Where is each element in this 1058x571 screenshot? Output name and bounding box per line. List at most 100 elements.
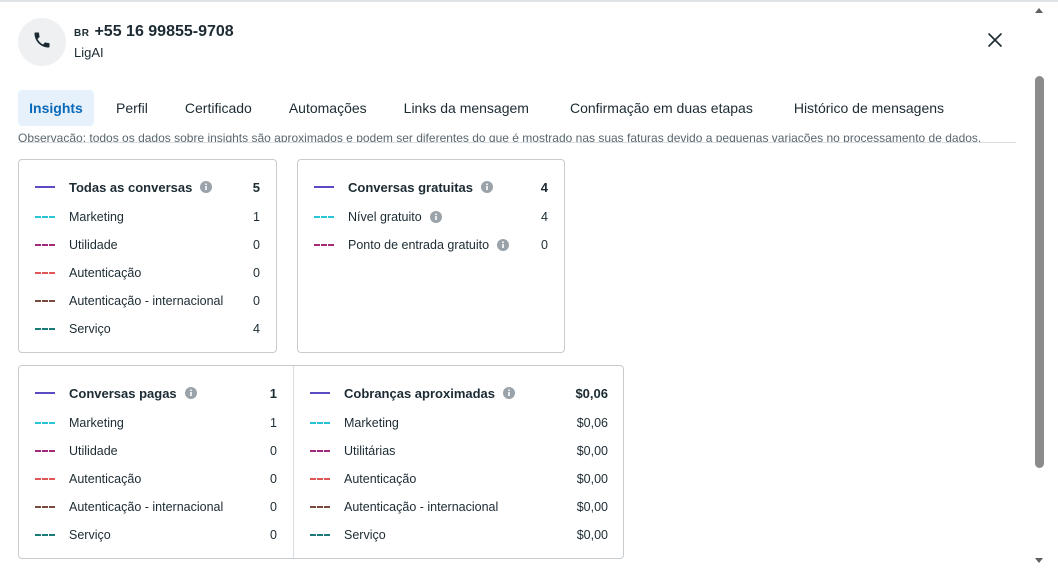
row-value: 4 — [253, 322, 260, 336]
list-item: Serviço 4 — [35, 319, 260, 339]
panel-conversas-pagas: Conversas pagas 1 Marketing 1 Utilidade 0 … — [19, 366, 293, 558]
info-icon[interactable] — [429, 211, 442, 223]
info-icon[interactable] — [200, 181, 213, 193]
row-label: Autenticação - internacional — [69, 500, 224, 514]
contact-title: BR +55 16 99855-9708 — [74, 23, 234, 41]
row-label: Serviço — [69, 322, 111, 336]
row-value: 1 — [270, 416, 277, 430]
row-label: Nível gratuito — [348, 210, 422, 224]
country-code: BR — [74, 28, 90, 39]
contact-name: LigAI — [74, 45, 104, 60]
list-item: Ponto de entrada gratuito 0 — [314, 235, 548, 255]
card-title: Todas as conversas — [69, 179, 193, 195]
legend-line — [35, 392, 55, 394]
legend-line — [310, 450, 330, 452]
legend-line — [314, 244, 334, 246]
tab-insights[interactable]: Insights — [18, 90, 94, 126]
row-label: Serviço — [344, 528, 386, 542]
row-value: 0 — [541, 238, 548, 252]
list-item: Autenticação - internacional 0 — [35, 497, 277, 517]
row-label: Ponto de entrada gratuito — [348, 238, 490, 252]
scrollbar[interactable] — [1032, 0, 1046, 571]
list-item: Utilidade 0 — [35, 235, 260, 255]
card-total: $0,06 — [575, 385, 608, 401]
row-value: 0 — [270, 444, 277, 458]
legend-line — [310, 506, 330, 508]
card-header-row: Conversas pagas 1 — [35, 383, 277, 403]
card-conversas-gratuitas: Conversas gratuitas 4 Nível gratuito 4 Po… — [297, 159, 565, 353]
legend-line — [35, 422, 55, 424]
list-item: Autenticação - internacional 0 — [35, 291, 260, 311]
row-value: 0 — [253, 294, 260, 308]
row-label: Utilidade — [69, 238, 118, 252]
row-value: 0 — [253, 266, 260, 280]
card-title: Cobranças aproximadas — [344, 385, 496, 401]
tab-confirmacao-duas-etapas[interactable]: Confirmação em duas etapas — [570, 90, 753, 126]
row-value: $0,00 — [576, 528, 608, 542]
card-total: 4 — [540, 179, 548, 195]
row-value: 0 — [270, 500, 277, 514]
info-icon[interactable] — [184, 387, 197, 399]
tab-links-da-mensagem[interactable]: Links da mensagem — [404, 90, 529, 126]
legend-line — [35, 328, 55, 330]
list-item: Marketing 1 — [35, 413, 277, 433]
avatar — [18, 18, 66, 66]
legend-line — [310, 422, 330, 424]
tab-automacoes[interactable]: Automações — [289, 90, 367, 126]
card-title: Conversas pagas — [69, 385, 177, 401]
legend-line — [310, 534, 330, 536]
list-item: Utilitárias $0,00 — [310, 441, 608, 461]
list-item: Serviço $0,00 — [310, 525, 608, 545]
legend-line — [314, 216, 334, 218]
row-value: 0 — [270, 472, 277, 486]
tab-bar: Insights Perfil Certificado Automações L… — [18, 90, 944, 126]
legend-line — [35, 272, 55, 274]
legend-line — [310, 478, 330, 480]
tab-perfil[interactable]: Perfil — [116, 90, 148, 126]
scroll-up-arrow[interactable] — [1032, 3, 1046, 17]
list-item: Autenticação 0 — [35, 469, 277, 489]
card-header-row: Todas as conversas 5 — [35, 177, 260, 197]
row-value: $0,00 — [576, 472, 608, 486]
card-header-row: Conversas gratuitas 4 — [314, 177, 548, 197]
row-value: 0 — [270, 528, 277, 542]
row-label: Autenticação — [69, 472, 142, 486]
window-top-border — [0, 0, 1058, 2]
legend-line — [35, 450, 55, 452]
card-total: 5 — [252, 179, 260, 195]
row-label: Utilitárias — [344, 444, 396, 458]
card-todas-conversas: Todas as conversas 5 Marketing 1 Utilidad… — [18, 159, 277, 353]
list-item: Autenticação 0 — [35, 263, 260, 283]
info-icon[interactable] — [503, 387, 516, 399]
row-value: 4 — [541, 210, 548, 224]
tab-historico-mensagens[interactable]: Histórico de mensagens — [794, 90, 944, 126]
insights-note-container: Observação: todos os dados sobre insight… — [18, 126, 1016, 143]
tab-certificado[interactable]: Certificado — [185, 90, 252, 126]
legend-line — [310, 392, 330, 394]
row-label: Autenticação — [344, 472, 417, 486]
row-value: 0 — [253, 238, 260, 252]
close-button[interactable] — [984, 31, 1006, 53]
row-label: Autenticação - internacional — [344, 500, 499, 514]
legend-line — [35, 478, 55, 480]
list-item: Nível gratuito 4 — [314, 207, 548, 227]
legend-line — [35, 534, 55, 536]
panel-cobrancas-aproximadas: Cobranças aproximadas $0,06 Marketing $0,… — [294, 366, 624, 558]
info-icon[interactable] — [481, 181, 493, 193]
legend-line — [35, 244, 55, 246]
row-value: $0,00 — [576, 500, 608, 514]
legend-line — [35, 506, 55, 508]
phone-number: +55 16 99855-9708 — [94, 23, 234, 40]
legend-line — [35, 186, 55, 188]
list-item: Autenticação $0,00 — [310, 469, 608, 489]
scroll-down-arrow[interactable] — [1032, 554, 1046, 568]
list-item: Marketing 1 — [35, 207, 260, 227]
list-item: Utilidade 0 — [35, 441, 277, 461]
card-header-row: Cobranças aproximadas $0,06 — [310, 383, 608, 403]
close-icon — [988, 32, 1002, 52]
scrollbar-thumb[interactable] — [1035, 76, 1044, 468]
row-label: Marketing — [69, 210, 124, 224]
card-title: Conversas gratuitas — [348, 179, 473, 195]
phone-icon — [32, 30, 52, 55]
info-icon[interactable] — [497, 239, 510, 251]
